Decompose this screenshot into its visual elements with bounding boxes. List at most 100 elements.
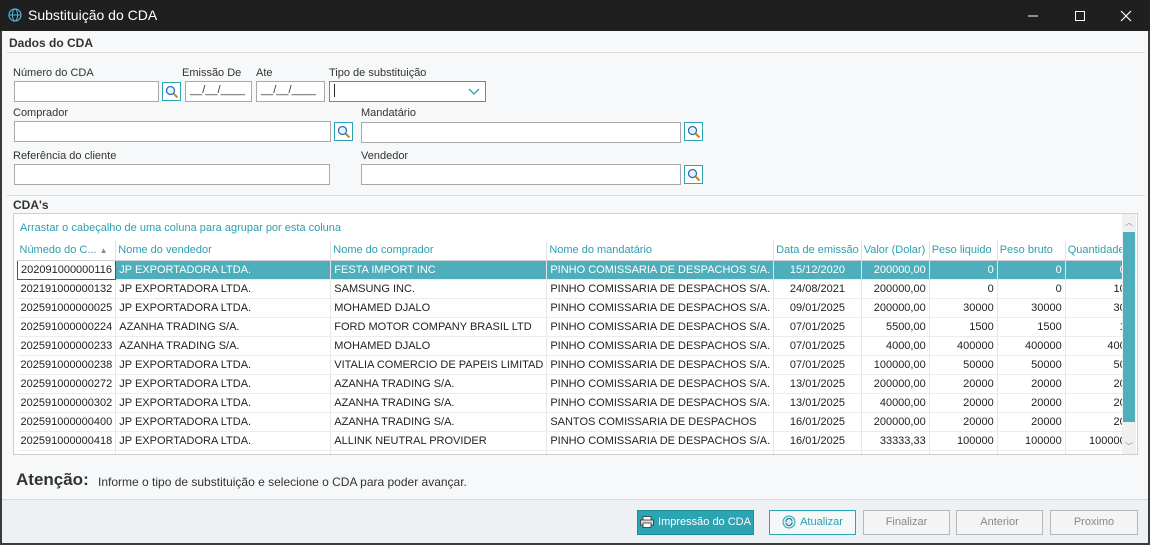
footer-bar: Impressão do CDA Atualizar Finalizar Ant… [2, 499, 1148, 543]
mandatario-search-button[interactable] [684, 122, 703, 141]
refresh-button[interactable]: Atualizar [769, 510, 856, 535]
table-cell: 33333,33 [861, 431, 930, 451]
tipo-substituicao-select[interactable] [329, 81, 486, 102]
table-cell: 5500,00 [861, 317, 930, 337]
table-cell: MOHAMED DJALO [330, 298, 548, 318]
minimize-button[interactable] [1010, 0, 1056, 31]
referencia-cliente-input[interactable] [14, 164, 330, 185]
column-header-peso-liquido[interactable]: Peso liquido [929, 241, 998, 261]
next-button[interactable]: Proximo [1050, 510, 1138, 535]
comprador-input[interactable] [14, 121, 331, 142]
table-cell: 100000 [997, 431, 1066, 451]
close-button[interactable] [1103, 0, 1149, 31]
table-cell: PINHO COMISSARIA DE DESPACHOS S/A. [546, 260, 775, 280]
search-icon [165, 85, 179, 99]
table-cell: 400000 [997, 336, 1066, 356]
maximize-button[interactable] [1057, 0, 1103, 31]
column-header-valor[interactable]: Valor (Dolar) [861, 241, 930, 261]
table-cell: JP EXPORTADORA LTDA. [115, 298, 332, 318]
column-header-vendedor[interactable]: Nome do vendedor [115, 241, 332, 261]
vertical-scrollbar[interactable]: ︿ ﹀ [1122, 214, 1136, 454]
column-header-quantidade[interactable]: Quantidade [1065, 241, 1130, 261]
table-cell: 15/12/2020 [773, 260, 862, 280]
table-cell: PINHO COMISSARIA DE DESPACHOS S/A. [546, 355, 775, 375]
table-cell: 202591000000302 [17, 393, 117, 413]
scrollbar-thumb[interactable] [1123, 232, 1135, 422]
search-icon [337, 125, 351, 139]
table-cell: 200000,00 [861, 412, 930, 432]
table-cell: 202591000000272 [17, 374, 117, 394]
table-cell: 100000,00 [861, 355, 930, 375]
table-cell: PINHO COMISSARIA DE DESPACHOS S/A. [546, 279, 775, 299]
table-row[interactable]: 202591000000400 JP EXPORTADORA LTDA. AZANH… [17, 412, 1130, 432]
table-cell: 20000 [929, 412, 998, 432]
table-cell: 07/01/2025 [773, 355, 862, 375]
table-cell: 4000,00 [861, 336, 930, 356]
print-cda-button[interactable]: Impressão do CDA [637, 510, 754, 535]
chevron-down-icon [468, 88, 480, 95]
refresh-icon [782, 515, 796, 529]
table-cell: SAMSUNG INC. [330, 279, 548, 299]
table-cell: 202591000000025 [17, 298, 117, 318]
dialog-body: Dados do CDA Número do CDA Emissão De __… [2, 31, 1148, 543]
mandatario-input[interactable] [361, 122, 681, 143]
column-header-numero[interactable]: Númedo do C... ▲ [17, 241, 117, 261]
table-cell: 20 [1065, 393, 1130, 413]
table-row[interactable]: 202591000000238 JP EXPORTADORA LTDA. VITA… [17, 355, 1130, 375]
table-cell: PINHO COMISSARIA DE DESPACHOS S/A. [546, 393, 775, 413]
column-header-data-emissao[interactable]: Data de emissão [773, 241, 862, 261]
vendedor-search-button[interactable] [684, 165, 703, 184]
table-row[interactable]: 202591000000460JP EXPORTADORA LTDA.JP EX… [17, 450, 1130, 454]
table-row[interactable]: 202191000000132 JP EXPORTADORA LTDA. SAMSU… [17, 279, 1130, 299]
minimize-icon [1028, 15, 1038, 17]
table-row[interactable]: 202591000000272 JP EXPORTADORA LTDA. AZANH… [17, 374, 1130, 394]
scroll-down-icon[interactable]: ﹀ [1122, 440, 1136, 454]
text-cursor [334, 84, 335, 97]
close-icon [1120, 10, 1132, 22]
table-cell: FORD MOTOR COMPANY BRASIL LTD [330, 317, 548, 337]
table-cell: 0 [1065, 260, 1130, 280]
finish-button[interactable]: Finalizar [863, 510, 950, 535]
cda-grid[interactable]: Arrastar o cabeçalho de uma coluna para … [13, 213, 1138, 455]
table-row[interactable]: 202591000000418 JP EXPORTADORA LTDA. ALLIN… [17, 431, 1130, 451]
table-cell: 20000 [929, 393, 998, 413]
table-cell: 30000 [929, 298, 998, 318]
previous-button[interactable]: Anterior [956, 510, 1043, 535]
table-cell: 202591000000233 [17, 336, 117, 356]
table-row[interactable]: 202591000000025 JP EXPORTADORA LTDA. MOHAM… [17, 298, 1130, 318]
column-header-comprador[interactable]: Nome do comprador [330, 241, 548, 261]
ate-input[interactable]: __/__/____ [256, 81, 325, 102]
table-cell: AZANHA TRADING S/A. [330, 374, 548, 394]
mandatario-label: Mandatário [361, 107, 417, 119]
scroll-up-icon[interactable]: ︿ [1122, 216, 1136, 230]
emissao-de-input[interactable]: __/__/____ [185, 81, 252, 102]
numero-cda-search-button[interactable] [162, 82, 181, 101]
divider [7, 195, 1145, 196]
table-cell: 100000 [929, 431, 998, 451]
table-cell: JP EXPORTADORA LTDA. [115, 450, 332, 454]
table-cell: 13/01/2025 [773, 393, 862, 413]
table-row[interactable]: 202591000000224 AZANHA TRADING S/A. FORD … [17, 317, 1130, 337]
table-row[interactable]: 202591000000302 JP EXPORTADORA LTDA. AZANH… [17, 393, 1130, 413]
vendedor-input[interactable] [361, 164, 681, 185]
window-title: Substituição do CDA [28, 7, 158, 23]
table-body: 202091000000116 JP EXPORTADORA LTDA. FESTA… [16, 259, 1130, 454]
table-row[interactable]: 202091000000116 JP EXPORTADORA LTDA. FESTA… [16, 259, 1130, 280]
table-cell: 0 [929, 260, 998, 280]
table-cell: 30 [1065, 298, 1130, 318]
referencia-cliente-label: Referência do cliente [13, 150, 117, 162]
table-row[interactable]: 202591000000233 AZANHA TRADING S/A. MOHAME… [17, 336, 1130, 356]
table-cell: 1500 [929, 317, 998, 337]
table-cell: 0 [997, 260, 1066, 280]
sort-ascending-icon: ▲ [99, 246, 108, 256]
table-cell: PINHO COMISSARIA DE DESPACHOS S/A. [546, 450, 775, 454]
column-header-mandatario[interactable]: Nome do mandatário [546, 241, 775, 261]
numero-cda-input[interactable] [14, 81, 159, 102]
table-cell: JP EXPORTADORA LTDA. [115, 260, 332, 280]
table-cell: JP EXPORTADORA LTDA. [115, 279, 332, 299]
section-title-cdas: CDA's [13, 198, 49, 212]
column-header-peso-bruto[interactable]: Peso bruto [997, 241, 1066, 261]
table-cell: JP EXPORTADORA LTDA. [330, 450, 548, 454]
comprador-search-button[interactable] [334, 122, 353, 141]
search-icon [687, 168, 701, 182]
